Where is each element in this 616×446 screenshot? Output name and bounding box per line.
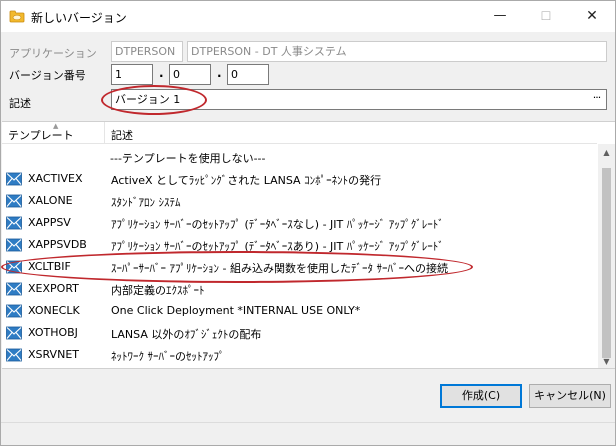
template-description: ｱﾌﾟﾘｹｰｼｮﾝ ｻｰﾊﾞｰのｾｯﾄｱｯﾌﾟ (ﾃﾞｰﾀﾍﾞｰｽあり) - J… [111,240,444,253]
list-item-no-template[interactable]: ---テンプレートを使用しない--- [2,146,597,168]
template-name: XACTIVEX [28,172,83,185]
create-button[interactable]: 作成(C) [440,384,522,408]
envelope-icon [6,194,22,208]
close-button[interactable]: ✕ [569,1,615,31]
minimize-button[interactable]: — [477,1,523,31]
description-input[interactable]: バージョン 1 ··· [111,89,607,110]
cancel-button[interactable]: キャンセル(N) [529,384,611,408]
vertical-scrollbar[interactable]: ▲ ▼ [598,144,615,368]
template-name: XSRVNET [28,348,79,361]
browse-button[interactable]: ··· [588,91,605,108]
envelope-icon [6,304,22,318]
table-row[interactable]: XAPPSV ｱﾌﾟﾘｹｰｼｮﾝ ｻｰﾊﾞｰのｾｯﾄｱｯﾌﾟ (ﾃﾞｰﾀﾍﾞｰｽな… [2,212,597,234]
column-header-description[interactable]: 記述 [111,127,133,143]
template-list[interactable]: テンプレート ▲ 記述 ---テンプレートを使用しない--- XACTIVEX A… [2,121,615,369]
scroll-up-icon[interactable]: ▲ [598,144,615,161]
template-name: XEXPORT [28,282,79,295]
title-bar: 新しいバージョン — ☐ ✕ [1,1,615,32]
template-name: XAPPSVDB [28,238,87,251]
table-row[interactable]: XALONE ｽﾀﾝﾄﾞｱﾛﾝ ｼｽﾃﾑ [2,190,597,212]
version-major-field[interactable]: 1 [111,64,153,85]
sort-caret-icon: ▲ [53,122,59,130]
template-name: XONECLK [28,304,80,317]
version-label: バージョン番号 [9,69,86,82]
list-item-description: ---テンプレートを使用しない--- [110,152,266,165]
maximize-button[interactable]: ☐ [523,1,569,31]
envelope-icon [6,238,22,252]
template-name: XOTHOBJ [28,326,78,339]
application-label: アプリケーション [9,47,97,60]
status-bar [1,422,615,445]
template-name: XAPPSV [28,216,71,229]
scroll-corner [598,122,615,144]
list-header: テンプレート ▲ 記述 [2,122,597,144]
envelope-icon [6,326,22,340]
template-description: One Click Deployment *INTERNAL USE ONLY* [111,304,361,317]
version-minor-field[interactable]: 0 [169,64,211,85]
envelope-icon [6,282,22,296]
template-description: LANSA 以外のｵﾌﾞｼﾞｪｸﾄの配布 [111,328,262,341]
envelope-icon [6,216,22,230]
template-name: XALONE [28,194,73,207]
template-name: XCLTBIF [28,260,71,273]
description-label: 記述 [9,97,31,110]
new-version-dialog: 新しいバージョン — ☐ ✕ アプリケーション DTPERSON DTPERSO… [0,0,616,446]
application-name-field: DTPERSON - DT 人事システム [187,41,607,62]
template-description: ﾈｯﾄﾜｰｸ ｻｰﾊﾞｰのｾｯﾄｱｯﾌﾟ [111,350,225,363]
table-row[interactable]: XOTHOBJ LANSA 以外のｵﾌﾞｼﾞｪｸﾄの配布 [2,322,597,344]
envelope-icon [6,172,22,186]
version-separator: . [159,66,164,80]
table-row[interactable]: XAPPSVDB ｱﾌﾟﾘｹｰｼｮﾝ ｻｰﾊﾞｰのｾｯﾄｱｯﾌﾟ (ﾃﾞｰﾀﾍﾞｰ… [2,234,597,256]
scroll-thumb[interactable] [602,168,611,358]
application-code-field: DTPERSON [111,41,183,62]
table-row[interactable]: XEXPORT 内部定義のｴｸｽﾎﾟｰﾄ [2,278,597,300]
envelope-icon [6,348,22,362]
column-divider[interactable] [104,122,105,144]
template-description: 内部定義のｴｸｽﾎﾟｰﾄ [111,284,205,297]
table-row[interactable]: XSRVNET ﾈｯﾄﾜｰｸ ｻｰﾊﾞｰのｾｯﾄｱｯﾌﾟ [2,344,597,366]
table-row[interactable]: XACTIVEX ActiveX としてﾗｯﾋﾟﾝｸﾞされた LANSA ｺﾝﾎﾟ… [2,168,597,190]
app-folder-icon [9,10,25,23]
template-description: ｱﾌﾟﾘｹｰｼｮﾝ ｻｰﾊﾞｰのｾｯﾄｱｯﾌﾟ (ﾃﾞｰﾀﾍﾞｰｽなし) - J… [111,218,444,231]
table-row[interactable]: XONECLK One Click Deployment *INTERNAL US… [2,300,597,322]
window-title: 新しいバージョン [31,11,127,25]
table-row[interactable]: XCLTBIF ｽｰﾊﾟｰｻｰﾊﾞｰ ｱﾌﾟﾘｹｰｼｮﾝ - 組み込み関数を使用し… [2,256,597,278]
envelope-icon [6,260,22,274]
template-description: ｽﾀﾝﾄﾞｱﾛﾝ ｼｽﾃﾑ [111,196,181,209]
scroll-down-icon[interactable]: ▼ [598,353,615,368]
description-value: バージョン 1 [115,93,181,106]
template-description: ActiveX としてﾗｯﾋﾟﾝｸﾞされた LANSA ｺﾝﾎﾟｰﾈﾝﾄの発行 [111,174,382,187]
version-patch-field[interactable]: 0 [227,64,269,85]
template-description: ｽｰﾊﾟｰｻｰﾊﾞｰ ｱﾌﾟﾘｹｰｼｮﾝ - 組み込み関数を使用したﾃﾞｰﾀ ｻ… [111,262,448,275]
version-separator: . [217,66,222,80]
column-header-template[interactable]: テンプレート [8,127,74,143]
